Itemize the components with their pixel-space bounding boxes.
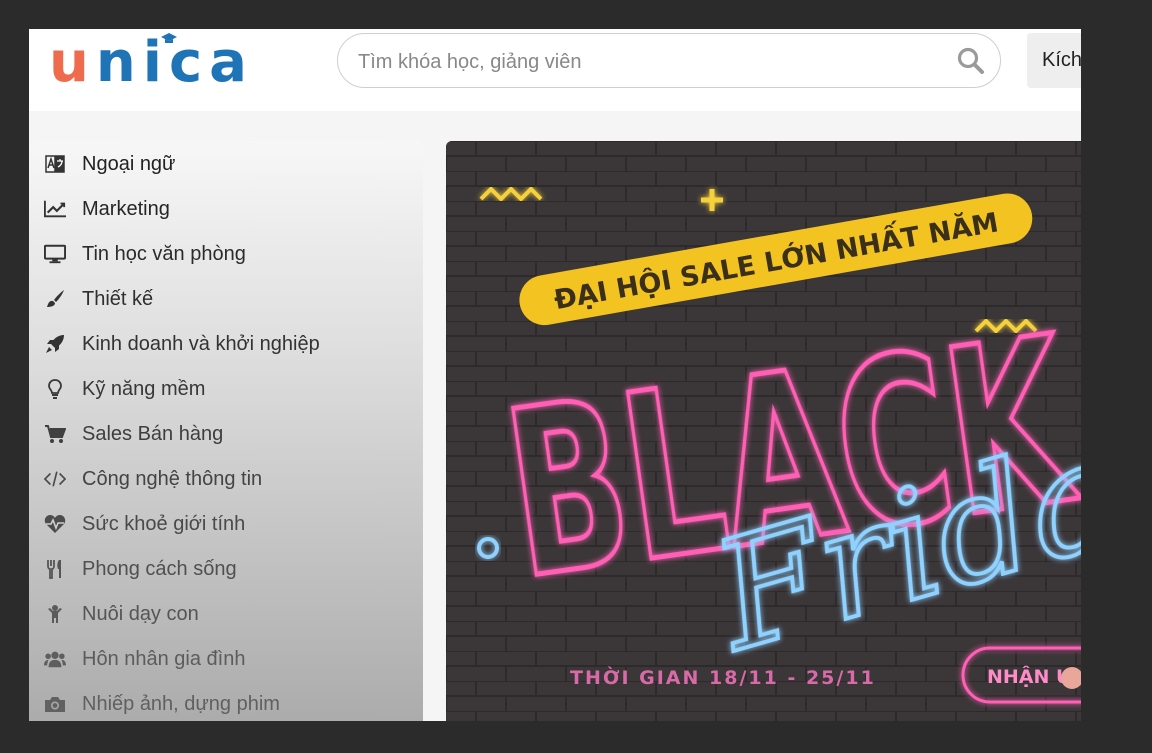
sidebar-item-label: Phong cách sống <box>82 558 237 580</box>
child-icon <box>44 604 66 624</box>
shopping-cart-icon <box>44 424 66 444</box>
sidebar-item-kinh-doanh[interactable]: Kinh doanh và khởi nghiệp <box>29 324 423 364</box>
category-sidebar: Ngoại ngữ Marketing Tin học văn phòng Th… <box>29 141 423 721</box>
sidebar-item-phong-cach-song[interactable]: Phong cách sống <box>29 549 423 589</box>
rocket-icon <box>44 334 66 354</box>
sidebar-item-cong-nghe-thong-tin[interactable]: Công nghệ thông tin <box>29 459 423 499</box>
activate-button-label: Kích <box>1042 49 1081 71</box>
sidebar-item-label: Nhiếp ảnh, dựng phim <box>82 693 280 715</box>
sidebar-item-ngoai-ngu[interactable]: Ngoại ngữ <box>29 144 423 184</box>
sidebar-item-tin-hoc-van-phong[interactable]: Tin học văn phòng <box>29 234 423 274</box>
cutlery-icon <box>44 559 66 579</box>
sidebar-item-suc-khoe[interactable]: Sức khoẻ giới tính <box>29 504 423 544</box>
sidebar-item-label: Thiết kế <box>82 288 154 310</box>
paint-brush-icon <box>44 289 66 309</box>
browser-viewport: unica Kích Ngoại ngữ Marketing Tin học v… <box>29 29 1081 721</box>
sidebar-item-nhiep-anh[interactable]: Nhiếp ảnh, dựng phim <box>29 684 423 721</box>
sidebar-item-label: Hôn nhân gia đình <box>82 648 246 670</box>
site-header: unica Kích <box>29 29 1081 111</box>
line-chart-icon <box>44 199 66 219</box>
graduation-cap-icon <box>161 33 177 43</box>
sidebar-item-marketing[interactable]: Marketing <box>29 189 423 229</box>
sidebar-item-nuoi-day-con[interactable]: Nuôi dạy con <box>29 594 423 634</box>
search-input[interactable] <box>356 46 940 78</box>
sidebar-item-label: Kỹ năng mềm <box>82 378 206 400</box>
black-friday-banner[interactable]: ĐẠI HỘI SALE LỚN NHẤT NĂM BLACK Friday T… <box>446 141 1081 721</box>
language-icon <box>44 154 66 174</box>
unica-logo[interactable]: unica <box>49 33 254 91</box>
code-icon <box>44 469 66 489</box>
sidebar-item-label: Kinh doanh và khởi nghiệp <box>82 333 320 355</box>
sidebar-item-label: Sức khoẻ giới tính <box>82 513 246 535</box>
sidebar-item-thiet-ke[interactable]: Thiết kế <box>29 279 423 319</box>
sidebar-item-ky-nang-mem[interactable]: Kỹ năng mềm <box>29 369 423 409</box>
search-bar <box>337 33 1001 88</box>
search-icon[interactable] <box>956 46 986 76</box>
logo-letter-u: u <box>49 30 96 95</box>
sidebar-item-label: Nuôi dạy con <box>82 603 199 625</box>
users-icon <box>44 649 66 669</box>
desktop-icon <box>44 244 66 264</box>
sidebar-item-hon-nhan-gia-dinh[interactable]: Hôn nhân gia đình <box>29 639 423 679</box>
camera-icon <box>44 694 66 714</box>
sidebar-item-label: Ngoại ngữ <box>82 153 176 175</box>
lightbulb-icon <box>44 379 66 399</box>
banner-period: THỜI GIAN 18/11 - 25/11 <box>570 665 876 689</box>
activate-button[interactable]: Kích <box>1027 33 1081 88</box>
heartbeat-icon <box>44 514 66 534</box>
sidebar-item-label: Tin học văn phòng <box>82 243 246 265</box>
sidebar-item-label: Công nghệ thông tin <box>82 468 263 490</box>
sidebar-item-sales[interactable]: Sales Bán hàng <box>29 414 423 454</box>
sidebar-item-label: Sales Bán hàng <box>82 423 224 445</box>
banner-artwork: ĐẠI HỘI SALE LỚN NHẤT NĂM BLACK Friday T… <box>446 141 1081 721</box>
sidebar-item-label: Marketing <box>82 198 170 220</box>
cta-button-label: NHẬN Ư <box>987 664 1072 688</box>
